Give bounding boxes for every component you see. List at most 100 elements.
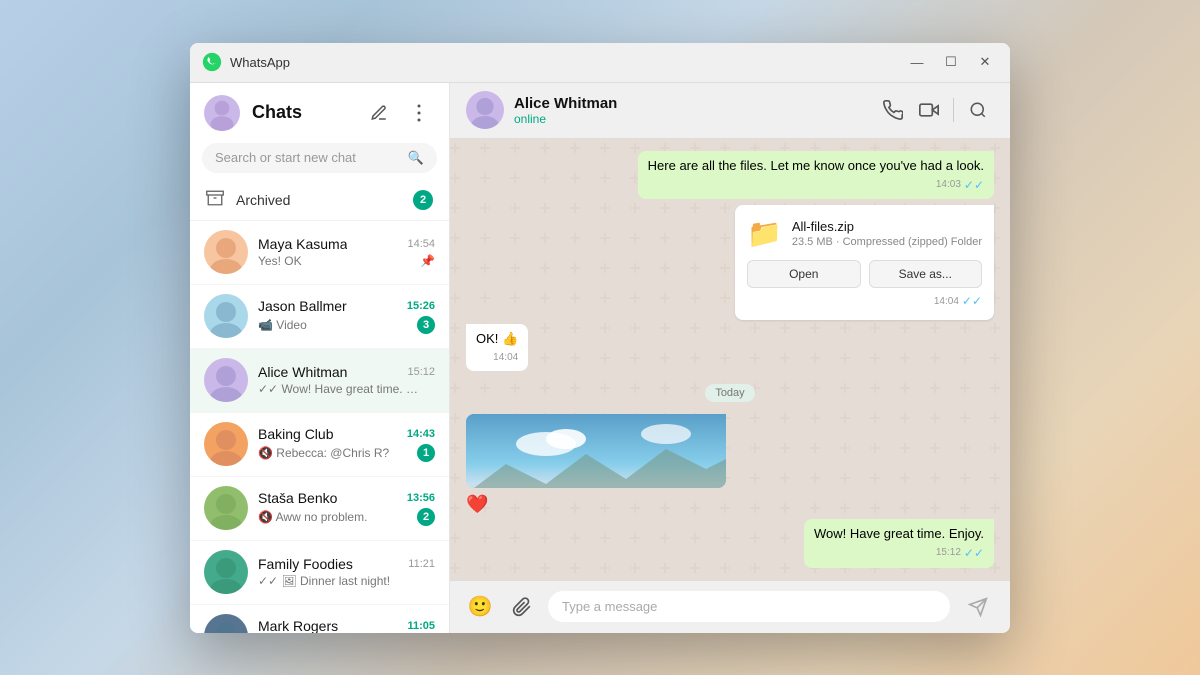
chat-area: Alice Whitman online (450, 83, 1010, 633)
user-avatar[interactable] (204, 95, 240, 131)
chat-name-maya: Maya Kasuma (258, 236, 347, 252)
file-info: 📁 All-files.zip 23.5 MB · Compressed (zi… (747, 217, 982, 250)
app-title: WhatsApp (230, 55, 904, 70)
message-text-2: Wow! Have great time. Enjoy. (814, 526, 984, 541)
message-text-ok: OK! 👍 (476, 331, 518, 346)
chat-item-jason[interactable]: Jason Ballmer 15:26 📹 Video 3 (190, 285, 449, 349)
chat-name-jason: Jason Ballmer (258, 298, 347, 314)
menu-button[interactable] (403, 97, 435, 129)
chat-name-alice: Alice Whitman (258, 364, 347, 380)
file-details: All-files.zip 23.5 MB · Compressed (zipp… (792, 219, 982, 248)
avatar-alice (204, 358, 248, 402)
sidebar-header: Chats (190, 83, 449, 139)
send-button[interactable] (960, 589, 996, 625)
chat-item-stasa[interactable]: Staša Benko 13:56 🔇 Aww no problem. 2 (190, 477, 449, 541)
save-file-button[interactable]: Save as... (869, 260, 983, 288)
chat-info-mark: Mark Rogers 11:05 🔇 Nope. I can't go unf… (258, 618, 435, 633)
landscape-scene (466, 414, 726, 488)
avatar-family (204, 550, 248, 594)
close-button[interactable]: ✕ (972, 49, 998, 75)
file-actions: Open Save as... (747, 260, 982, 288)
avatar-stasa (204, 486, 248, 530)
emoji-button[interactable]: 🙂 (464, 591, 496, 623)
chat-badge-stasa: 2 (417, 508, 435, 526)
image-content (466, 414, 726, 488)
chat-time-stasa: 13:56 (407, 492, 435, 504)
archived-row[interactable]: Archived 2 (190, 181, 449, 221)
chat-badge-baking: 1 (417, 444, 435, 462)
search-icon: 🔍 (408, 150, 424, 166)
minimize-button[interactable]: — (904, 49, 930, 75)
msg-ticks-file: ✓✓ (962, 294, 982, 308)
avatar-maya (204, 230, 248, 274)
chat-time-jason: 15:26 (407, 300, 435, 312)
chat-time-alice: 15:12 (407, 366, 435, 378)
chat-info-family: Family Foodies 11:21 ✓✓ 🖼 Dinner last ni… (258, 556, 435, 588)
date-separator: Today (466, 383, 994, 402)
messages-area: Here are all the files. Let me know once… (450, 139, 1010, 580)
date-label: Today (705, 384, 754, 402)
input-area: 🙂 (450, 580, 1010, 633)
maximize-button[interactable]: ☐ (938, 49, 964, 75)
chat-contact-name: Alice Whitman (514, 95, 877, 112)
window-controls: — ☐ ✕ (904, 49, 998, 75)
chat-item-mark[interactable]: Mark Rogers 11:05 🔇 Nope. I can't go unf… (190, 605, 449, 633)
chat-item-maya[interactable]: Maya Kasuma 14:54 Yes! OK 📌 (190, 221, 449, 285)
chat-info-alice: Alice Whitman 15:12 ✓✓ Wow! Have great t… (258, 364, 435, 396)
chat-badge-jason: 3 (417, 316, 435, 334)
chat-info-stasa: Staša Benko 13:56 🔇 Aww no problem. 2 (258, 490, 435, 526)
chat-contact-status: online (514, 112, 877, 126)
message-input[interactable] (548, 591, 950, 622)
main-area: Chats 🔍 Archived 2 (190, 83, 1010, 633)
file-icon: 📁 (747, 217, 782, 250)
sidebar: Chats 🔍 Archived 2 (190, 83, 450, 633)
sidebar-title: Chats (252, 102, 363, 123)
chat-preview-alice: ✓✓ Wow! Have great time. Enjoy. (258, 382, 418, 396)
new-chat-button[interactable] (363, 97, 395, 129)
chat-item-family[interactable]: Family Foodies 11:21 ✓✓ 🖼 Dinner last ni… (190, 541, 449, 605)
voice-call-button[interactable] (877, 94, 909, 126)
app-window: WhatsApp — ☐ ✕ Chats (190, 43, 1010, 633)
avatar-baking (204, 422, 248, 466)
chat-header-actions (877, 94, 994, 126)
chat-time-family: 11:21 (408, 558, 435, 570)
video-call-button[interactable] (913, 94, 945, 126)
chat-item-baking[interactable]: Baking Club 14:43 🔇 Rebecca: @Chris R? 1 (190, 413, 449, 477)
chat-preview-baking: 🔇 Rebecca: @Chris R? (258, 446, 389, 460)
file-name: All-files.zip (792, 219, 982, 234)
chat-info-baking: Baking Club 14:43 🔇 Rebecca: @Chris R? 1 (258, 426, 435, 462)
archived-label: Archived (236, 192, 413, 208)
message-sent-2: Wow! Have great time. Enjoy. 15:12 ✓✓ (804, 519, 994, 568)
chat-preview-stasa: 🔇 Aww no problem. (258, 510, 367, 524)
chat-list: Maya Kasuma 14:54 Yes! OK 📌 (190, 221, 449, 633)
chat-item-alice[interactable]: Alice Whitman 15:12 ✓✓ Wow! Have great t… (190, 349, 449, 413)
search-chat-button[interactable] (962, 94, 994, 126)
message-text-1: Here are all the files. Let me know once… (648, 158, 984, 173)
open-file-button[interactable]: Open (747, 260, 861, 288)
message-reaction: ❤️ (466, 494, 488, 515)
chat-header-info: Alice Whitman online (514, 95, 877, 126)
chat-time-mark: 11:05 (407, 620, 435, 632)
chat-preview-family: ✓✓ 🖼 Dinner last night! (258, 574, 390, 588)
chat-info-maya: Maya Kasuma 14:54 Yes! OK 📌 (258, 236, 435, 268)
msg-ticks-1: ✓✓ (964, 177, 984, 194)
archived-count: 2 (413, 190, 433, 210)
message-received-1: OK! 👍 14:04 (466, 324, 528, 370)
chat-name-family: Family Foodies (258, 556, 353, 572)
chat-name-baking: Baking Club (258, 426, 334, 442)
search-input[interactable] (215, 150, 408, 165)
file-size: 23.5 MB · Compressed (zipped) Folder (792, 236, 982, 248)
chat-header-avatar[interactable] (466, 91, 504, 129)
sidebar-actions (363, 97, 435, 129)
chat-time-maya: 14:54 (407, 238, 435, 250)
chat-info-jason: Jason Ballmer 15:26 📹 Video 3 (258, 298, 435, 334)
attach-button[interactable] (506, 591, 538, 623)
image-bubble: So beautiful here! 15:06 (466, 414, 726, 488)
msg-ticks-2: ✓✓ (964, 545, 984, 562)
chat-preview-jason: 📹 Video (258, 318, 307, 332)
app-logo (202, 52, 222, 72)
search-bar[interactable]: 🔍 (202, 143, 437, 173)
avatar-mark (204, 614, 248, 633)
title-bar: WhatsApp — ☐ ✕ (190, 43, 1010, 83)
chat-name-mark: Mark Rogers (258, 618, 338, 633)
